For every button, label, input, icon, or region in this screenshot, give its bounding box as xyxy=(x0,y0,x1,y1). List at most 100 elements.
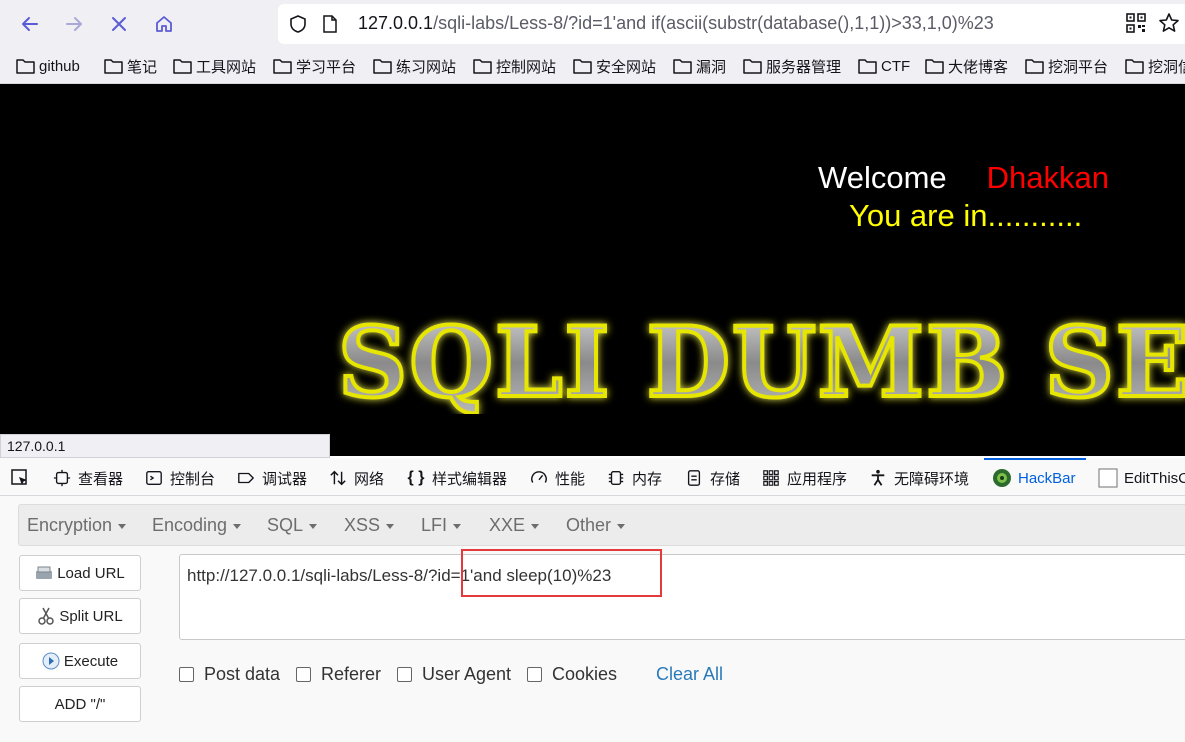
option-label: Post data xyxy=(204,664,281,684)
forward-button[interactable] xyxy=(58,8,90,40)
bookmark-folder[interactable]: 漏洞 xyxy=(673,56,726,76)
login-status: You are in........... xyxy=(849,198,1083,233)
folder-icon xyxy=(1025,59,1044,74)
hackbar-url-input[interactable]: http://127.0.0.1/sqli-labs/Less-8/?id=1'… xyxy=(179,554,1185,640)
bookmark-folder[interactable]: 控制网站 xyxy=(473,56,556,76)
split-url-button[interactable]: Split URL xyxy=(19,598,141,634)
menu-xxe[interactable]: XXE xyxy=(489,515,540,536)
tab-application[interactable]: 应用程序 xyxy=(761,467,847,489)
bookmark-folder[interactable]: 工具网站 xyxy=(173,56,256,76)
address-bar[interactable]: 127.0.0.1/sqli-labs/Less-8/?id=1'and if(… xyxy=(278,4,1185,44)
shield-icon[interactable] xyxy=(288,14,308,34)
cookies-option[interactable]: Cookies xyxy=(527,664,617,685)
bookmark-label: 练习网站 xyxy=(396,58,457,76)
referer-option[interactable]: Referer xyxy=(296,664,381,685)
folder-icon xyxy=(273,59,292,74)
tab-network[interactable]: 网络 xyxy=(328,467,384,489)
forward-arrow-icon xyxy=(66,17,82,31)
devtools-tabbar: 查看器 控制台 调试器 网络 { } 样式编辑器 性能 内存 存储 应用程序 无障… xyxy=(0,458,1185,496)
folder-icon xyxy=(573,59,592,74)
banner-text: SQLI DUMB SE xyxy=(338,306,1185,414)
tab-accessibility[interactable]: 无障碍环境 xyxy=(868,467,969,489)
bookmark-label: 挖洞平台 xyxy=(1048,58,1109,76)
braces-icon: { } xyxy=(407,469,425,486)
add-slash-button[interactable]: ADD "/" xyxy=(19,686,141,722)
bookmark-folder[interactable]: 挖洞信 xyxy=(1125,56,1185,76)
home-icon xyxy=(156,16,172,32)
bookmark-label: 漏洞 xyxy=(696,58,727,76)
home-button[interactable] xyxy=(148,8,180,40)
menu-label: XSS xyxy=(344,515,381,535)
url-text[interactable]: 127.0.0.1/sqli-labs/Less-8/?id=1'and if(… xyxy=(358,13,994,34)
checkbox-icon xyxy=(1098,468,1118,488)
checkbox[interactable] xyxy=(527,667,542,682)
tab-style-editor[interactable]: { } 样式编辑器 xyxy=(406,467,507,489)
page-icon[interactable] xyxy=(322,15,338,33)
tab-memory[interactable]: 内存 xyxy=(606,467,662,489)
bookmark-star-icon[interactable] xyxy=(1158,12,1180,34)
tab-label: 网络 xyxy=(354,470,385,488)
tab-label: 应用程序 xyxy=(787,470,848,488)
menu-other[interactable]: Other xyxy=(566,515,626,536)
caret-down-icon xyxy=(453,523,462,529)
tab-label: HackBar xyxy=(1018,469,1076,487)
qr-code-icon[interactable] xyxy=(1126,13,1146,33)
debugger-icon xyxy=(236,468,256,488)
folder-icon xyxy=(16,59,35,74)
folder-icon xyxy=(858,59,877,74)
scissors-icon xyxy=(38,607,55,625)
gauge-icon xyxy=(529,468,549,488)
execute-button[interactable]: Execute xyxy=(19,643,141,679)
page-content: Welcome Dhakkan You are in........... SQL… xyxy=(0,84,1185,456)
tab-storage[interactable]: 存储 xyxy=(684,467,740,489)
bookmark-folder[interactable]: github xyxy=(16,56,80,76)
checkbox[interactable] xyxy=(397,667,412,682)
welcome-text: Welcome Dhakkan xyxy=(818,160,1109,196)
folder-icon xyxy=(673,59,692,74)
play-icon xyxy=(42,652,60,670)
tab-label: 调试器 xyxy=(262,470,308,488)
menu-label: SQL xyxy=(267,515,304,535)
tab-inspector[interactable]: 查看器 xyxy=(52,467,123,489)
bookmark-folder[interactable]: 服务器管理 xyxy=(743,56,841,76)
stop-button[interactable] xyxy=(103,8,135,40)
clear-all-link[interactable]: Clear All xyxy=(656,664,723,685)
tab-label: 内存 xyxy=(632,470,663,488)
post-data-option[interactable]: Post data xyxy=(179,664,280,685)
menu-xss[interactable]: XSS xyxy=(344,515,395,536)
bookmark-label: CTF xyxy=(881,57,911,75)
load-url-button[interactable]: Load URL xyxy=(19,555,141,591)
bookmark-folder[interactable]: CTF xyxy=(858,56,910,76)
tab-hackbar[interactable]: HackBar xyxy=(992,467,1076,489)
button-label: Load URL xyxy=(57,564,125,582)
browser-toolbar: 127.0.0.1/sqli-labs/Less-8/?id=1'and if(… xyxy=(0,0,1185,48)
element-picker-button[interactable] xyxy=(10,467,36,489)
menu-label: XXE xyxy=(489,515,526,535)
tab-editthiscookie[interactable]: EditThisC xyxy=(1098,467,1185,489)
hackbar-panel: Encryption Encoding SQL XSS LFI XXE Othe… xyxy=(0,496,1185,742)
back-button[interactable] xyxy=(14,8,46,40)
button-label: Execute xyxy=(63,652,119,670)
load-url-icon xyxy=(36,566,53,579)
tab-debugger[interactable]: 调试器 xyxy=(236,467,307,489)
hackbar-menubar: Encryption Encoding SQL XSS LFI XXE Othe… xyxy=(18,504,1185,546)
checkbox[interactable] xyxy=(296,667,311,682)
bookmark-folder[interactable]: 大佬博客 xyxy=(925,56,1008,76)
tab-console[interactable]: 控制台 xyxy=(144,467,215,489)
status-bar-url: 127.0.0.1 xyxy=(0,434,330,458)
welcome-label: Welcome xyxy=(818,160,947,195)
menu-encryption[interactable]: Encryption xyxy=(27,515,127,536)
bookmark-folder[interactable]: 学习平台 xyxy=(273,56,356,76)
bookmark-folder[interactable]: 练习网站 xyxy=(373,56,456,76)
menu-sql[interactable]: SQL xyxy=(267,515,318,536)
menu-encoding[interactable]: Encoding xyxy=(152,515,242,536)
bookmark-label: github xyxy=(39,57,80,75)
checkbox[interactable] xyxy=(179,667,194,682)
folder-icon xyxy=(373,59,392,74)
user-agent-option[interactable]: User Agent xyxy=(397,664,511,685)
bookmark-folder[interactable]: 笔记 xyxy=(104,56,157,76)
bookmark-folder[interactable]: 安全网站 xyxy=(573,56,656,76)
tab-performance[interactable]: 性能 xyxy=(529,467,585,489)
menu-lfi[interactable]: LFI xyxy=(421,515,462,536)
bookmark-folder[interactable]: 挖洞平台 xyxy=(1025,56,1108,76)
